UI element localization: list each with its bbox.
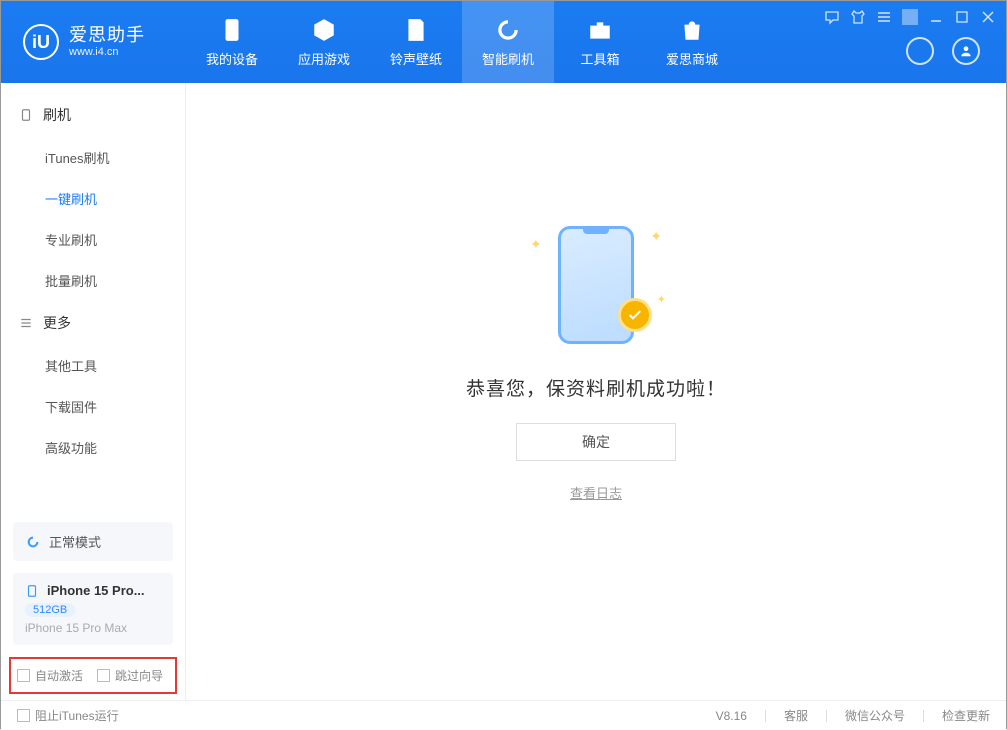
app-website: www.i4.cn: [69, 46, 145, 58]
minimize-button[interactable]: [928, 9, 944, 25]
nav-label: 工具箱: [580, 49, 619, 68]
sidebar-item-pro-flash[interactable]: 专业刷机: [1, 219, 185, 260]
version-label: V8.16: [716, 709, 747, 723]
menu-lines-icon: [19, 316, 33, 330]
sidebar-item-itunes-flash[interactable]: iTunes刷机: [1, 137, 185, 178]
sidebar: 刷机 iTunes刷机 一键刷机 专业刷机 批量刷机 更多 其他工具 下载固件 …: [1, 83, 186, 700]
nav-my-device[interactable]: 我的设备: [186, 1, 278, 83]
checkbox-icon: [97, 669, 110, 682]
nav-label: 我的设备: [206, 49, 258, 68]
music-file-icon: [403, 17, 429, 43]
nav-label: 应用游戏: [298, 49, 350, 68]
sidebar-item-oneclick-flash[interactable]: 一键刷机: [1, 178, 185, 219]
nav-toolbox[interactable]: 工具箱: [554, 1, 646, 83]
briefcase-icon: [587, 17, 613, 43]
cube-icon: [311, 17, 337, 43]
user-account-button[interactable]: [952, 37, 980, 65]
device-icon: [19, 108, 33, 122]
flash-options-row: 自动激活 跳过向导: [9, 657, 177, 694]
view-log-link[interactable]: 查看日志: [570, 483, 622, 502]
support-link[interactable]: 客服: [784, 707, 808, 724]
sparkle-icon: ✦: [530, 236, 542, 253]
download-button[interactable]: [906, 37, 934, 65]
close-button[interactable]: [980, 9, 996, 25]
checkbox-icon: [17, 709, 30, 722]
checkbox-label: 阻止iTunes运行: [35, 707, 119, 724]
nav-store[interactable]: 爱思商城: [646, 1, 738, 83]
checkbox-label: 自动激活: [35, 667, 83, 684]
mode-label: 正常模式: [49, 532, 101, 551]
success-illustration: ✦ ✦ ✦: [526, 222, 666, 352]
skin-icon[interactable]: [850, 9, 866, 25]
separator: [923, 710, 924, 722]
separator: [826, 710, 827, 722]
maximize-button[interactable]: [954, 9, 970, 25]
skip-guide-checkbox[interactable]: 跳过向导: [97, 667, 163, 684]
group-title: 更多: [43, 313, 71, 333]
device-mode-status[interactable]: 正常模式: [13, 522, 173, 561]
device-model: iPhone 15 Pro Max: [25, 621, 161, 635]
block-itunes-checkbox[interactable]: 阻止iTunes运行: [17, 707, 119, 724]
phone-icon: [25, 584, 39, 598]
separator: [902, 9, 918, 25]
sidebar-group-more[interactable]: 更多: [1, 301, 185, 345]
nav-ringtones[interactable]: 铃声壁纸: [370, 1, 462, 83]
confirm-button[interactable]: 确定: [516, 423, 676, 461]
sidebar-group-flash[interactable]: 刷机: [1, 93, 185, 137]
checkbox-label: 跳过向导: [115, 667, 163, 684]
storage-badge: 512GB: [25, 603, 75, 617]
connected-device-card[interactable]: iPhone 15 Pro... 512GB iPhone 15 Pro Max: [13, 573, 173, 645]
group-title: 刷机: [43, 105, 71, 125]
sidebar-item-download-firmware[interactable]: 下载固件: [1, 386, 185, 427]
check-update-link[interactable]: 检查更新: [942, 707, 990, 724]
sparkle-icon: ✦: [650, 228, 662, 245]
nav-label: 智能刷机: [482, 49, 534, 68]
nav-label: 铃声壁纸: [390, 49, 442, 68]
main-content: ✦ ✦ ✦ 恭喜您，保资料刷机成功啦！ 确定 查看日志: [186, 83, 1006, 700]
wechat-link[interactable]: 微信公众号: [845, 707, 905, 724]
app-brand: iU 爱思助手 www.i4.cn: [1, 1, 186, 83]
app-logo-icon: iU: [23, 24, 59, 60]
menu-icon[interactable]: [876, 9, 892, 25]
sidebar-item-advanced[interactable]: 高级功能: [1, 427, 185, 468]
refresh-icon: [25, 534, 41, 550]
shopping-bag-icon: [679, 17, 705, 43]
nav-smart-flash[interactable]: 智能刷机: [462, 1, 554, 83]
separator: [765, 710, 766, 722]
app-title: 爱思助手: [69, 26, 145, 46]
sparkle-icon: ✦: [657, 293, 666, 306]
phone-icon: [219, 17, 245, 43]
refresh-shield-icon: [495, 17, 521, 43]
checkbox-icon: [17, 669, 30, 682]
auto-activate-checkbox[interactable]: 自动激活: [17, 667, 83, 684]
device-title: iPhone 15 Pro...: [47, 583, 145, 598]
sidebar-item-other-tools[interactable]: 其他工具: [1, 345, 185, 386]
nav-apps-games[interactable]: 应用游戏: [278, 1, 370, 83]
nav-label: 爱思商城: [666, 49, 718, 68]
success-message: 恭喜您，保资料刷机成功啦！: [466, 374, 726, 401]
feedback-icon[interactable]: [824, 9, 840, 25]
sidebar-item-batch-flash[interactable]: 批量刷机: [1, 260, 185, 301]
success-check-icon: [618, 298, 652, 332]
